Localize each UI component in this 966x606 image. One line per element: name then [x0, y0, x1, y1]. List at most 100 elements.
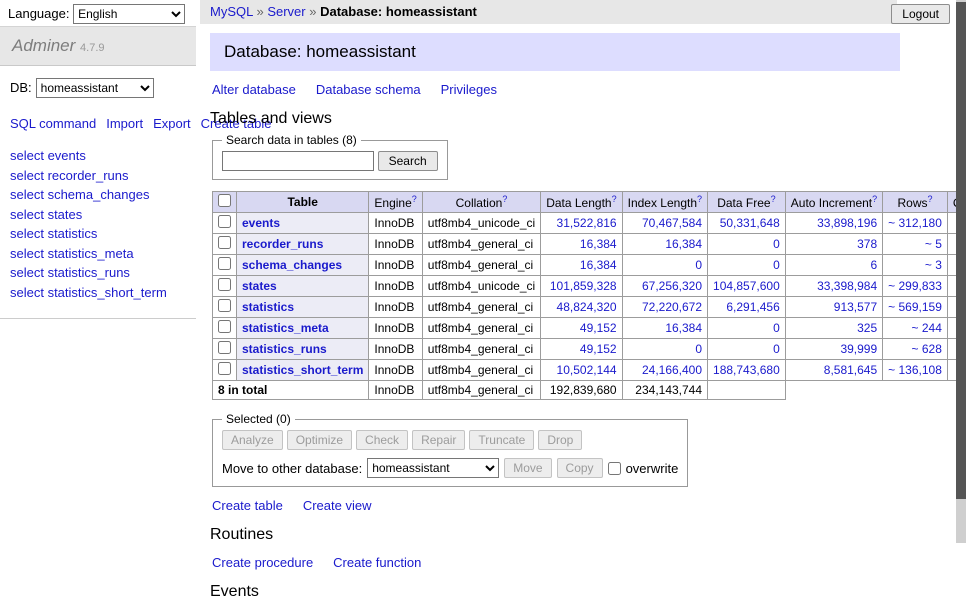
move-db-select[interactable]: homeassistant — [367, 458, 499, 478]
data-length-link[interactable]: 49,152 — [580, 342, 617, 356]
data-length-link[interactable]: 31,522,816 — [557, 216, 617, 230]
auto-increment-link[interactable]: 33,898,196 — [817, 216, 877, 230]
data-length-link[interactable]: 48,824,320 — [557, 300, 617, 314]
auto-increment-link[interactable]: 325 — [857, 321, 877, 335]
language-select[interactable]: English — [73, 4, 185, 24]
sidebar-table-link[interactable]: select recorder_runs — [10, 166, 186, 186]
index-length-link[interactable]: 0 — [695, 258, 702, 272]
index-length-link[interactable]: 24,166,400 — [642, 363, 702, 377]
search-button[interactable]: Search — [378, 151, 438, 171]
sidebar-table-link[interactable]: select statistics_short_term — [10, 283, 186, 303]
rows-link[interactable]: ~ 244 — [912, 321, 942, 335]
bulk-optimize-button[interactable]: Optimize — [287, 430, 352, 450]
data-length-link[interactable]: 101,859,328 — [550, 279, 617, 293]
app-logo[interactable]: Adminer — [12, 36, 75, 55]
auto-increment-link[interactable]: 6 — [870, 258, 877, 272]
bulk-check-button[interactable]: Check — [356, 430, 408, 450]
table-name-link[interactable]: statistics — [242, 300, 294, 314]
row-checkbox[interactable] — [218, 236, 231, 249]
row-checkbox[interactable] — [218, 299, 231, 312]
sidebar-table-link[interactable]: select statistics_meta — [10, 244, 186, 264]
column-help-link[interactable]: ? — [612, 196, 617, 210]
auto-increment-link[interactable]: 33,398,984 — [817, 279, 877, 293]
row-checkbox[interactable] — [218, 341, 231, 354]
data-length-link[interactable]: 10,502,144 — [557, 363, 617, 377]
data-free-link[interactable]: 0 — [773, 237, 780, 251]
bulk-repair-button[interactable]: Repair — [412, 430, 465, 450]
table-name-link[interactable]: statistics_short_term — [242, 363, 363, 377]
sidebar-table-link[interactable]: select statistics_runs — [10, 263, 186, 283]
table-name-link[interactable]: events — [242, 216, 280, 230]
sidebar-link[interactable]: Export — [153, 116, 191, 131]
rows-link[interactable]: ~ 136,108 — [888, 363, 942, 377]
rows-link[interactable]: ~ 312,180 — [888, 216, 942, 230]
data-free-link[interactable]: 50,331,648 — [720, 216, 780, 230]
move-button[interactable]: Move — [504, 458, 551, 478]
row-checkbox[interactable] — [218, 320, 231, 333]
row-checkbox[interactable] — [218, 278, 231, 291]
sidebar-link[interactable]: SQL command — [10, 116, 96, 131]
db-select[interactable]: homeassistant — [36, 78, 154, 98]
bulk-drop-button[interactable]: Drop — [538, 430, 582, 450]
index-length-link[interactable]: 67,256,320 — [642, 279, 702, 293]
logout-button[interactable]: Logout — [891, 4, 950, 24]
index-length-link[interactable]: 72,220,672 — [642, 300, 702, 314]
index-length-link[interactable]: 70,467,584 — [642, 216, 702, 230]
sidebar-table-link[interactable]: select schema_changes — [10, 185, 186, 205]
rows-link[interactable]: ~ 299,833 — [888, 279, 942, 293]
index-length-link[interactable]: 0 — [695, 342, 702, 356]
breadcrumb-link[interactable]: MySQL — [210, 4, 253, 19]
table-name-link[interactable]: statistics_meta — [242, 321, 329, 335]
db-action-link[interactable]: Database schema — [316, 82, 421, 97]
data-length-link[interactable]: 49,152 — [580, 321, 617, 335]
copy-button[interactable]: Copy — [557, 458, 603, 478]
routine-link[interactable]: Create procedure — [212, 555, 313, 570]
bulk-truncate-button[interactable]: Truncate — [469, 430, 534, 450]
auto-increment-link[interactable]: 913,577 — [834, 300, 877, 314]
select-all-checkbox[interactable] — [218, 194, 231, 207]
table-name-link[interactable]: states — [242, 279, 277, 293]
search-input[interactable] — [222, 151, 374, 171]
db-action-link[interactable]: Privileges — [441, 82, 497, 97]
data-free-link[interactable]: 104,857,600 — [713, 279, 780, 293]
table-name-link[interactable]: schema_changes — [242, 258, 342, 272]
data-free-link[interactable]: 188,743,680 — [713, 363, 780, 377]
column-help-link[interactable]: ? — [872, 196, 877, 210]
auto-increment-link[interactable]: 8,581,645 — [824, 363, 877, 377]
index-length-link[interactable]: 16,384 — [665, 321, 702, 335]
auto-increment-link[interactable]: 378 — [857, 237, 877, 251]
rows-link[interactable]: ~ 569,159 — [888, 300, 942, 314]
data-length-link[interactable]: 16,384 — [580, 258, 617, 272]
scrollbar[interactable] — [956, 0, 966, 543]
column-help-link[interactable]: ? — [928, 196, 933, 210]
sidebar-table-link[interactable]: select statistics — [10, 224, 186, 244]
column-help-link[interactable]: ? — [412, 196, 417, 210]
routine-link[interactable]: Create function — [333, 555, 421, 570]
data-free-link[interactable]: 0 — [773, 342, 780, 356]
create-link[interactable]: Create view — [303, 498, 372, 513]
create-link[interactable]: Create table — [212, 498, 283, 513]
overwrite-label[interactable]: overwrite — [626, 461, 679, 476]
rows-link[interactable]: ~ 3 — [925, 258, 942, 272]
row-checkbox[interactable] — [218, 257, 231, 270]
breadcrumb-link[interactable]: Server — [267, 4, 305, 19]
index-length-link[interactable]: 16,384 — [665, 237, 702, 251]
sidebar-table-link[interactable]: select events — [10, 146, 186, 166]
column-help-link[interactable]: ? — [771, 196, 776, 210]
scrollbar-thumb[interactable] — [956, 2, 966, 499]
data-free-link[interactable]: 0 — [773, 321, 780, 335]
db-action-link[interactable]: Alter database — [212, 82, 296, 97]
table-name-link[interactable]: statistics_runs — [242, 342, 327, 356]
bulk-analyze-button[interactable]: Analyze — [222, 430, 283, 450]
data-free-link[interactable]: 0 — [773, 258, 780, 272]
data-length-link[interactable]: 16,384 — [580, 237, 617, 251]
overwrite-checkbox[interactable] — [608, 462, 621, 475]
auto-increment-link[interactable]: 39,999 — [840, 342, 877, 356]
rows-link[interactable]: ~ 628 — [912, 342, 942, 356]
column-help-link[interactable]: ? — [697, 196, 702, 210]
column-help-link[interactable]: ? — [502, 196, 507, 210]
sidebar-link[interactable]: Import — [106, 116, 143, 131]
sidebar-table-link[interactable]: select states — [10, 205, 186, 225]
data-free-link[interactable]: 6,291,456 — [726, 300, 779, 314]
row-checkbox[interactable] — [218, 362, 231, 375]
